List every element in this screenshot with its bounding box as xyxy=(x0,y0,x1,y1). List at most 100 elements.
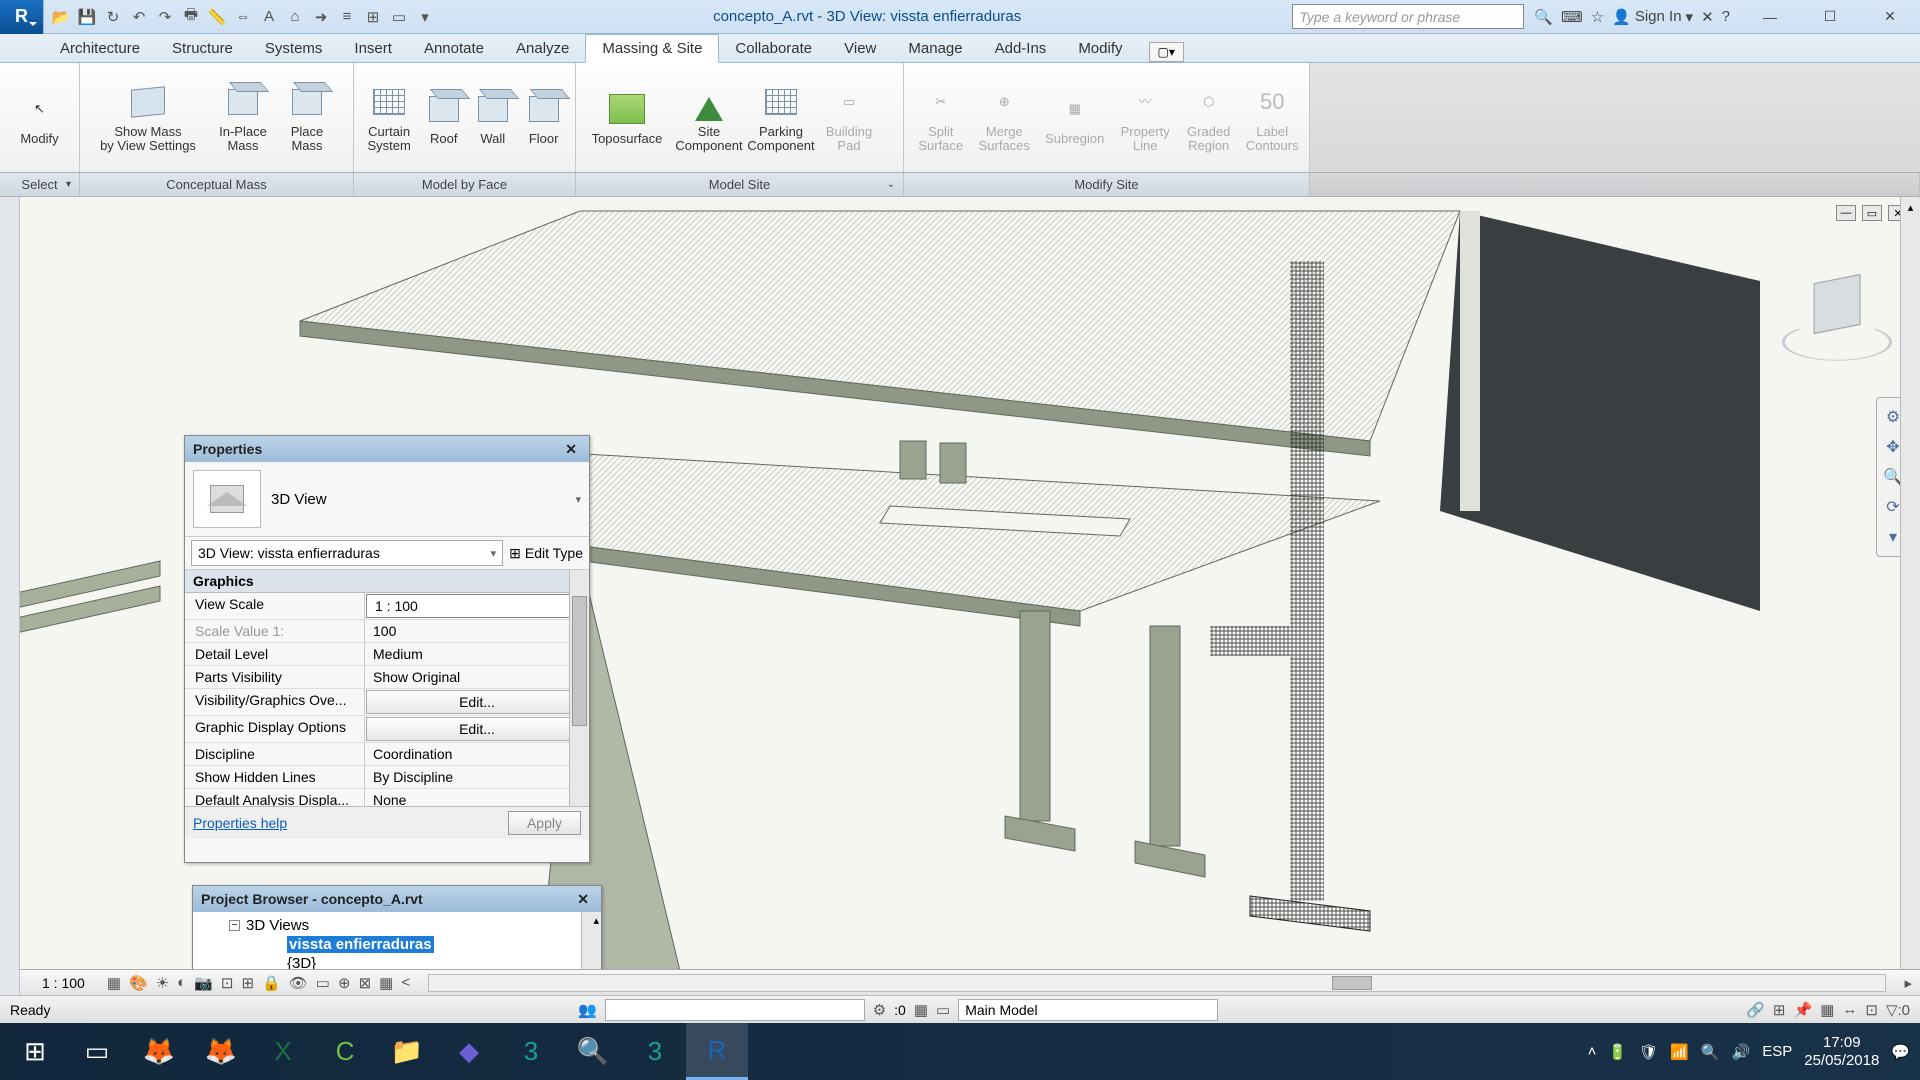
chevron-down-icon[interactable]: ▾ xyxy=(66,179,71,190)
tab-collaborate[interactable]: Collaborate xyxy=(719,35,828,62)
undo-icon[interactable]: ↶ xyxy=(128,6,150,28)
edit-button[interactable]: Edit... xyxy=(366,690,588,714)
prop-category[interactable]: Graphics xyxy=(185,570,589,593)
edit-type-button[interactable]: ⊞Edit Type xyxy=(509,545,583,562)
show-mass-button[interactable]: Show Mass by View Settings xyxy=(88,68,208,168)
editable-only-icon[interactable]: ⚙ xyxy=(873,1001,886,1019)
browser-title-bar[interactable]: Project Browser - concepto_A.rvt ✕ xyxy=(193,886,601,912)
inplace-mass-button[interactable]: In-Place Mass xyxy=(214,68,272,168)
prop-value[interactable]: By Discipline xyxy=(365,766,589,788)
screenpresso-icon[interactable]: 🔍 xyxy=(1701,1043,1720,1061)
shadows-icon[interactable]: ◐ xyxy=(177,974,186,991)
group-select[interactable]: Select xyxy=(21,177,57,192)
prop-value[interactable]: Coordination xyxy=(365,743,589,765)
explorer-icon[interactable]: 📁 xyxy=(376,1023,438,1080)
drag-elements-icon[interactable]: ↔ xyxy=(1842,1001,1857,1018)
tab-massing-site[interactable]: Massing & Site xyxy=(585,34,719,63)
3dsmax-icon[interactable]: 3 xyxy=(500,1023,562,1080)
text-icon[interactable]: A xyxy=(258,6,280,28)
prop-value-input[interactable]: 1 : 100 xyxy=(366,594,588,618)
tab-manage[interactable]: Manage xyxy=(892,35,978,62)
prop-value[interactable]: Show Original xyxy=(365,666,589,688)
active-workset-combo[interactable] xyxy=(605,999,865,1021)
edit-button[interactable]: Edit... xyxy=(366,717,588,741)
tree-node-vissta[interactable]: vissta enfierraduras xyxy=(199,935,595,954)
language-indicator[interactable]: ESP xyxy=(1762,1043,1792,1060)
align-icon[interactable]: ⇔ xyxy=(232,6,254,28)
save-icon[interactable]: 💾 xyxy=(76,6,98,28)
open-icon[interactable]: 📂 xyxy=(50,6,72,28)
tab-modify[interactable]: Modify xyxy=(1062,35,1138,62)
worksharing-icon[interactable]: ▦ xyxy=(379,974,393,992)
main-model-combo[interactable]: Main Model xyxy=(958,999,1218,1021)
scrollbar[interactable] xyxy=(569,570,589,806)
task-view-button[interactable]: ▭ xyxy=(66,1023,128,1080)
3dsmax-icon-2[interactable]: 3 xyxy=(624,1023,686,1080)
sync-icon[interactable]: ↻ xyxy=(102,6,124,28)
scroll-right-icon[interactable]: ▸ xyxy=(1904,974,1912,992)
background-icon[interactable]: ⊡ xyxy=(1865,1001,1878,1019)
select-face-icon[interactable]: ▦ xyxy=(1820,1001,1834,1019)
measure-icon[interactable]: 📏 xyxy=(206,6,228,28)
parking-component-button[interactable]: Parking Component xyxy=(748,68,814,168)
scroll-thumb[interactable] xyxy=(1332,976,1372,990)
start-button[interactable]: ⊞ xyxy=(4,1023,66,1080)
tab-structure[interactable]: Structure xyxy=(156,35,249,62)
floor-button[interactable]: Floor xyxy=(520,68,567,168)
wall-button[interactable]: Wall xyxy=(471,68,514,168)
analytical-icon[interactable]: ⊕ xyxy=(338,974,351,992)
tree-node-3dviews[interactable]: −3D Views xyxy=(199,916,595,935)
crop-icon[interactable]: ⊡ xyxy=(221,974,234,992)
tray-up-icon[interactable]: ˄ xyxy=(1588,1043,1597,1060)
qat-dropdown-icon[interactable]: ▾ xyxy=(414,6,436,28)
curtain-system-button[interactable]: Curtain System xyxy=(362,68,416,168)
chevron-down-icon[interactable]: ⌄ xyxy=(887,179,895,190)
maximize-button[interactable]: ☐ xyxy=(1800,0,1860,34)
app-icon-1[interactable]: ◆ xyxy=(438,1023,500,1080)
search-input[interactable]: Type a keyword or phrase xyxy=(1292,4,1524,29)
ribbon-min-button[interactable]: ▢▾ xyxy=(1149,42,1184,62)
filter-icon-2[interactable]: ▭ xyxy=(936,1001,950,1019)
constraints-icon[interactable]: ⊠ xyxy=(359,974,372,992)
prop-value[interactable]: Medium xyxy=(365,643,589,665)
horizontal-scrollbar[interactable] xyxy=(428,974,1886,992)
collapse-icon[interactable]: − xyxy=(229,920,240,931)
tab-systems[interactable]: Systems xyxy=(249,35,339,62)
revit-icon[interactable]: R xyxy=(686,1023,748,1080)
star-icon[interactable]: ☆ xyxy=(1591,8,1604,26)
prop-value[interactable]: None xyxy=(365,789,589,806)
tab-addins[interactable]: Add-Ins xyxy=(979,35,1063,62)
firefox-icon-2[interactable]: 🦊 xyxy=(190,1023,252,1080)
render-icon[interactable]: 📷 xyxy=(194,974,213,992)
redo-icon[interactable]: ↷ xyxy=(154,6,176,28)
modify-button[interactable]: ↖Modify xyxy=(8,68,71,168)
clock[interactable]: 17:09 25/05/2018 xyxy=(1804,1034,1879,1070)
site-component-button[interactable]: Site Component xyxy=(676,68,742,168)
apply-button[interactable]: Apply xyxy=(508,811,581,835)
section-icon[interactable]: ➜ xyxy=(310,6,332,28)
instance-selector[interactable]: 3D View: vissta enfierraduras▾ xyxy=(191,540,503,566)
vertical-scrollbar[interactable]: ▴ xyxy=(1900,197,1920,969)
select-links-icon[interactable]: 🔗 xyxy=(1746,1001,1765,1019)
tab-insert[interactable]: Insert xyxy=(338,35,408,62)
app-menu-button[interactable]: R xyxy=(0,0,44,34)
sun-path-icon[interactable]: ☀ xyxy=(156,974,169,992)
workset-icon[interactable]: 👥 xyxy=(578,1001,597,1019)
exchange-icon[interactable]: ✕ xyxy=(1701,8,1714,26)
scroll-up-icon[interactable]: ▴ xyxy=(593,914,599,927)
switch-windows-icon[interactable]: ▭ xyxy=(388,6,410,28)
firefox-icon[interactable]: 🦊 xyxy=(128,1023,190,1080)
minimize-button[interactable]: — xyxy=(1740,0,1800,34)
volume-icon[interactable]: 🔊 xyxy=(1732,1043,1751,1061)
close-icon[interactable]: ✕ xyxy=(573,891,593,908)
wifi-icon[interactable]: 📶 xyxy=(1670,1043,1689,1061)
viewbar-more-icon[interactable]: < xyxy=(401,974,410,991)
select-pinned-icon[interactable]: 📌 xyxy=(1794,1001,1813,1019)
select-underlay-icon[interactable]: ⊞ xyxy=(1773,1001,1786,1019)
scale-selector[interactable]: 1 : 100 xyxy=(28,975,99,991)
view-min-icon[interactable]: — xyxy=(1836,205,1856,221)
keyboard-icon[interactable]: ⌨ xyxy=(1561,8,1583,26)
tab-annotate[interactable]: Annotate xyxy=(408,35,500,62)
close-icon[interactable]: ✕ xyxy=(561,441,581,458)
view-max-icon[interactable]: ▭ xyxy=(1862,205,1882,221)
